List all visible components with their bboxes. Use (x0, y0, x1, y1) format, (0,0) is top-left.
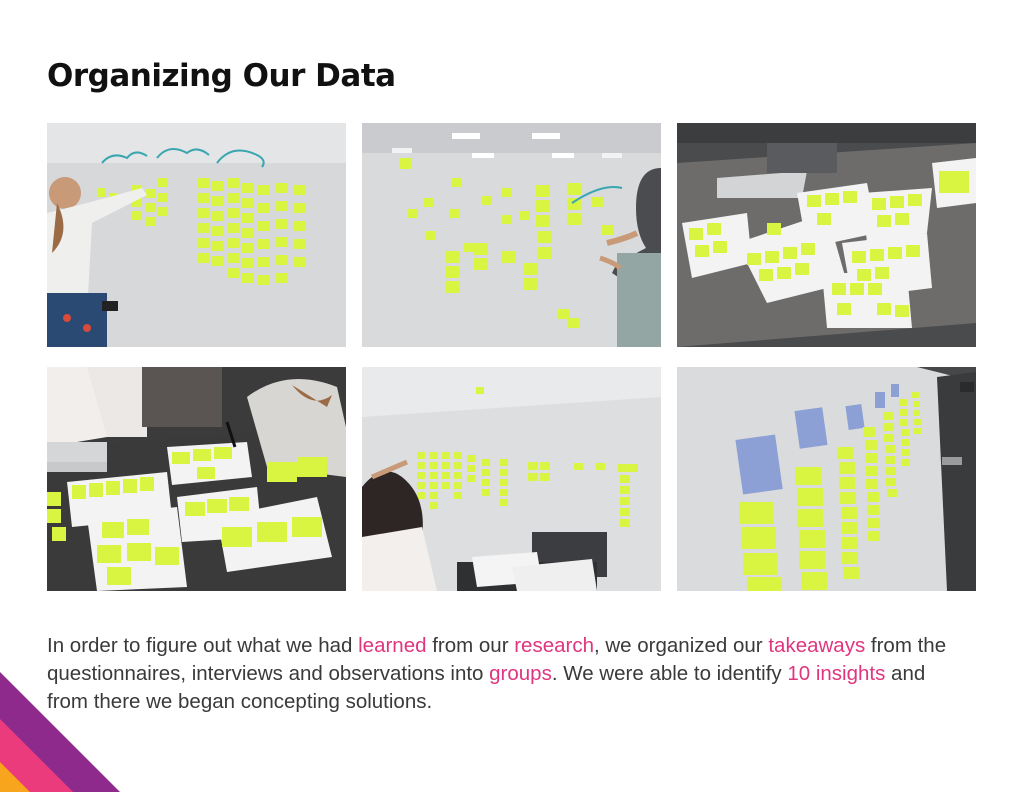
paragraph-text: . We were able to identify (551, 662, 788, 685)
page-title: Organizing Our Data (47, 58, 396, 94)
photo-team-writing-notes-image (47, 367, 346, 591)
photo-notes-rows-whiteboard-image (362, 367, 661, 591)
photo-woman-placing-notes (362, 123, 661, 347)
photo-woman-placing-notes-image (362, 123, 661, 347)
photo-man-placing-notes (47, 123, 346, 347)
corner-decoration (0, 672, 120, 792)
highlight-takeaways: takeaways (768, 634, 866, 657)
paragraph-text: from our (426, 634, 515, 657)
photo-notes-clusters-glass-wall (677, 367, 976, 591)
paragraph-text: , we organized our (593, 634, 769, 657)
description-paragraph: In order to figure out what we had learn… (47, 632, 967, 716)
photo-notes-rows-whiteboard (362, 367, 661, 591)
photo-man-placing-notes-image (47, 123, 346, 347)
paragraph-text: In order to figure out what we had (47, 634, 359, 657)
photo-team-writing-notes (47, 367, 346, 591)
photo-notes-on-table-image (677, 123, 976, 347)
highlight-research: research (514, 634, 594, 657)
highlight-10-insights: 10 insights (787, 662, 886, 685)
photo-notes-clusters-glass-wall-image (677, 367, 976, 591)
highlight-learned: learned (358, 634, 427, 657)
highlight-groups: groups (489, 662, 552, 685)
photo-notes-on-table (677, 123, 976, 347)
